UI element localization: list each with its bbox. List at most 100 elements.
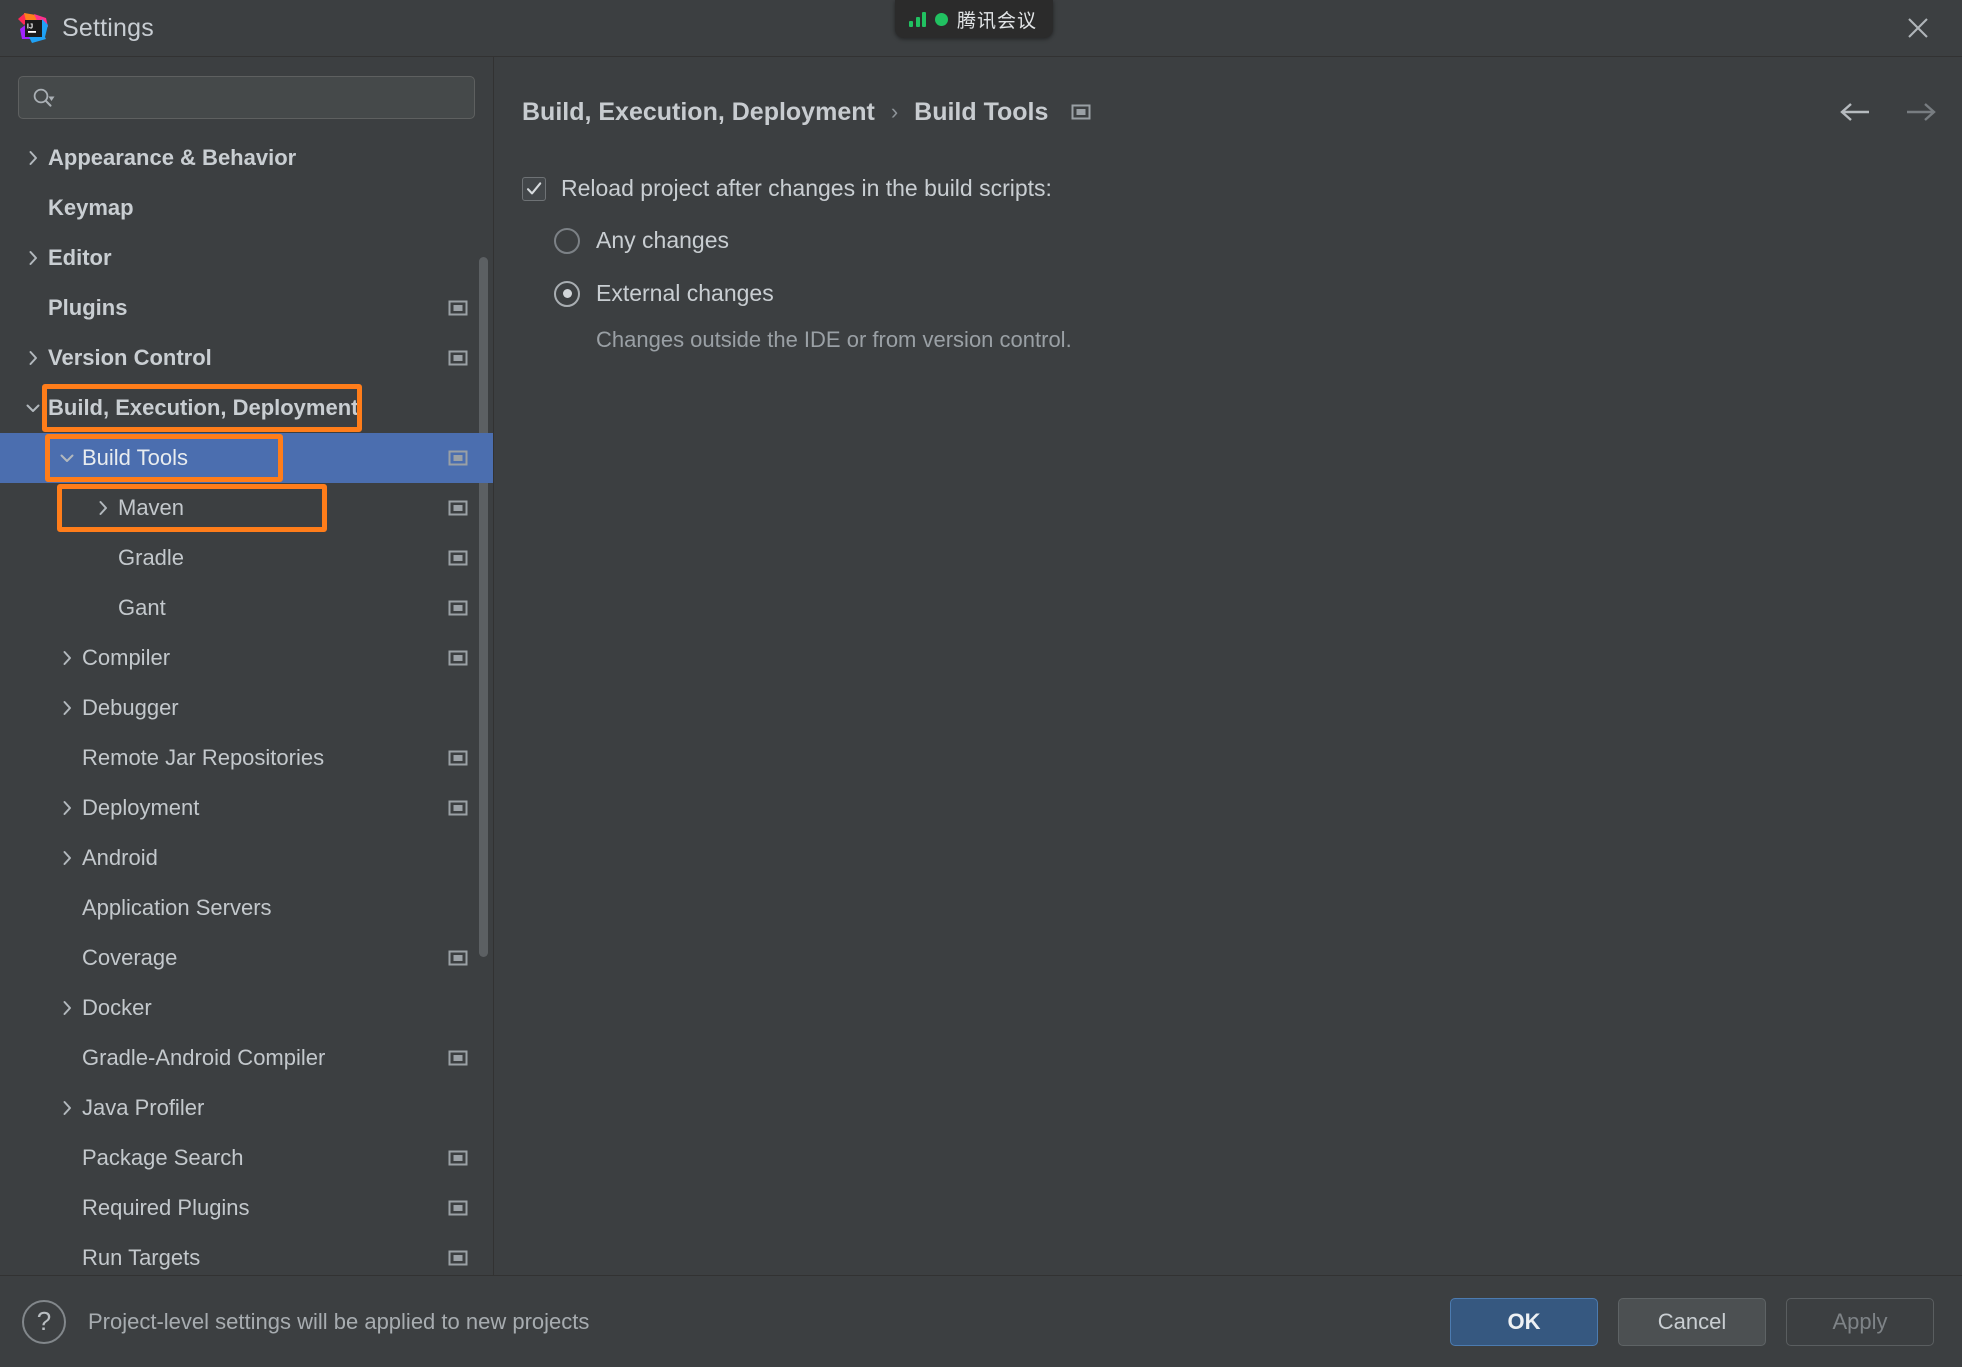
sidebar-item-label: Deployment [82, 795, 200, 820]
search-area [0, 57, 493, 129]
chevron-right-icon[interactable] [52, 1099, 82, 1117]
sidebar-item-required-plugins[interactable]: Required Plugins [0, 1183, 493, 1233]
navigation-arrows [1838, 97, 1938, 127]
project-level-settings-icon [447, 347, 469, 369]
sidebar-item-gant[interactable]: Gant [0, 583, 493, 633]
sidebar-item-coverage[interactable]: Coverage [0, 933, 493, 983]
help-icon[interactable]: ? [22, 1299, 66, 1344]
radio-option-label: External changes [596, 280, 774, 306]
chevron-down-icon[interactable] [18, 399, 48, 417]
signal-bars-icon [909, 11, 926, 27]
apply-button: Apply [1786, 1297, 1934, 1346]
sidebar-item-editor[interactable]: Editor [0, 233, 493, 283]
arrow-left-icon[interactable] [1838, 97, 1872, 127]
sidebar-item-label: Package Search [82, 1145, 244, 1170]
chevron-right-icon[interactable] [52, 999, 82, 1017]
sidebar-item-java-profiler[interactable]: Java Profiler [0, 1083, 493, 1133]
title-bar-left: IJ Settings [0, 13, 154, 43]
sidebar-item-keymap[interactable]: Keymap [0, 183, 493, 233]
cancel-button[interactable]: Cancel [1618, 1297, 1766, 1346]
search-input[interactable] [65, 86, 462, 109]
radio-dot [562, 289, 572, 298]
sidebar-item-label: Keymap [48, 195, 134, 220]
project-level-settings-icon [447, 647, 469, 669]
sidebar-item-label: Debugger [82, 695, 179, 720]
sidebar-item-label: Compiler [82, 645, 171, 670]
project-level-settings-icon [447, 947, 469, 969]
reload-project-checkbox-row[interactable]: Reload project after changes in the buil… [522, 173, 1934, 203]
tencent-meeting-overlay[interactable]: 腾讯会议 [895, 0, 1054, 38]
radio-button[interactable] [554, 227, 580, 254]
sidebar-item-compiler[interactable]: Compiler [0, 633, 493, 683]
radio-option-hint: Changes outside the IDE or from version … [596, 327, 1072, 352]
sidebar-item-build-tools[interactable]: Build Tools [0, 433, 493, 483]
ok-button[interactable]: OK [1450, 1297, 1598, 1346]
settings-dialog: IJ Settings 腾讯会议 Appearance & Behavior K… [0, 0, 1962, 1367]
radio-option-external-changes[interactable]: External changes [554, 280, 1934, 307]
help-glyph: ? [36, 1306, 52, 1336]
sidebar-item-android[interactable]: Android [0, 833, 493, 883]
settings-sidebar: Appearance & Behavior Keymap Editor Plugins… [0, 57, 494, 1275]
project-level-settings-icon [447, 547, 469, 569]
sidebar-item-label: Plugins [48, 295, 128, 320]
breadcrumb: Build, Execution, Deployment › Build Too… [494, 81, 1962, 143]
reload-project-label: Reload project after changes in the buil… [561, 175, 1052, 201]
reload-project-checkbox[interactable] [522, 177, 546, 201]
sidebar-item-application-servers[interactable]: Application Servers [0, 883, 493, 933]
sidebar-item-label: Remote Jar Repositories [82, 745, 325, 770]
sidebar-item-run-targets[interactable]: Run Targets [0, 1233, 493, 1275]
chevron-right-icon[interactable] [18, 149, 48, 167]
search-box[interactable] [18, 76, 475, 119]
svg-text:IJ: IJ [27, 21, 33, 30]
sidebar-item-debugger[interactable]: Debugger [0, 683, 493, 733]
sidebar-item-gradle[interactable]: Gradle [0, 533, 493, 583]
project-level-settings-icon [447, 797, 469, 819]
sidebar-item-version-control[interactable]: Version Control [0, 333, 493, 383]
sidebar-item-label: Run Targets [82, 1245, 201, 1270]
sidebar-item-maven[interactable]: Maven [0, 483, 493, 533]
sidebar-item-remote-jar-repositories[interactable]: Remote Jar Repositories [0, 733, 493, 783]
sidebar-item-label: Gradle-Android Compiler [82, 1045, 326, 1070]
meeting-label: 腾讯会议 [957, 10, 1038, 32]
chevron-down-icon[interactable] [52, 449, 82, 467]
sidebar-item-gradle-android-compiler[interactable]: Gradle-Android Compiler [0, 1033, 493, 1083]
project-level-settings-icon [447, 597, 469, 619]
sidebar-item-label: Java Profiler [82, 1095, 205, 1120]
search-icon [31, 87, 57, 109]
chevron-right-icon[interactable] [52, 799, 82, 817]
dialog-body: Appearance & Behavior Keymap Editor Plugins… [0, 57, 1962, 1275]
sidebar-item-build-execution-deployment[interactable]: Build, Execution, Deployment [0, 383, 493, 433]
project-level-settings-icon [447, 1247, 469, 1269]
close-button[interactable] [1896, 6, 1940, 50]
project-level-settings-icon [447, 747, 469, 769]
sidebar-item-plugins[interactable]: Plugins [0, 283, 493, 333]
chevron-right-icon[interactable] [52, 699, 82, 717]
sidebar-item-package-search[interactable]: Package Search [0, 1133, 493, 1183]
breadcrumb-separator: › [890, 99, 899, 124]
sidebar-item-label: Application Servers [82, 895, 272, 920]
project-level-settings-icon [447, 1047, 469, 1069]
sidebar-item-label: Android [82, 845, 158, 870]
chevron-right-icon[interactable] [18, 249, 48, 267]
arrow-right-icon [1904, 97, 1938, 127]
dialog-footer: ? Project-level settings will be applied… [0, 1275, 1962, 1367]
intellij-idea-logo-icon: IJ [18, 13, 48, 43]
project-level-settings-icon [447, 297, 469, 319]
build-tools-settings: Reload project after changes in the buil… [494, 143, 1962, 353]
chevron-right-icon[interactable] [18, 349, 48, 367]
sidebar-item-label: Gradle [118, 545, 185, 570]
sidebar-item-docker[interactable]: Docker [0, 983, 493, 1033]
breadcrumb-root[interactable]: Build, Execution, Deployment [522, 98, 875, 127]
sidebar-item-appearance-behavior[interactable]: Appearance & Behavior [0, 133, 493, 183]
status-dot-icon [935, 12, 948, 26]
radio-option-label: Any changes [596, 227, 729, 253]
radio-option-any-changes[interactable]: Any changes [554, 227, 1934, 254]
chevron-right-icon[interactable] [52, 649, 82, 667]
sidebar-item-deployment[interactable]: Deployment [0, 783, 493, 833]
chevron-right-icon[interactable] [88, 499, 118, 517]
window-title: Settings [62, 13, 154, 42]
radio-button[interactable] [554, 280, 580, 307]
sidebar-item-label: Gant [118, 595, 166, 620]
project-level-settings-icon [447, 1147, 469, 1169]
chevron-right-icon[interactable] [52, 849, 82, 867]
